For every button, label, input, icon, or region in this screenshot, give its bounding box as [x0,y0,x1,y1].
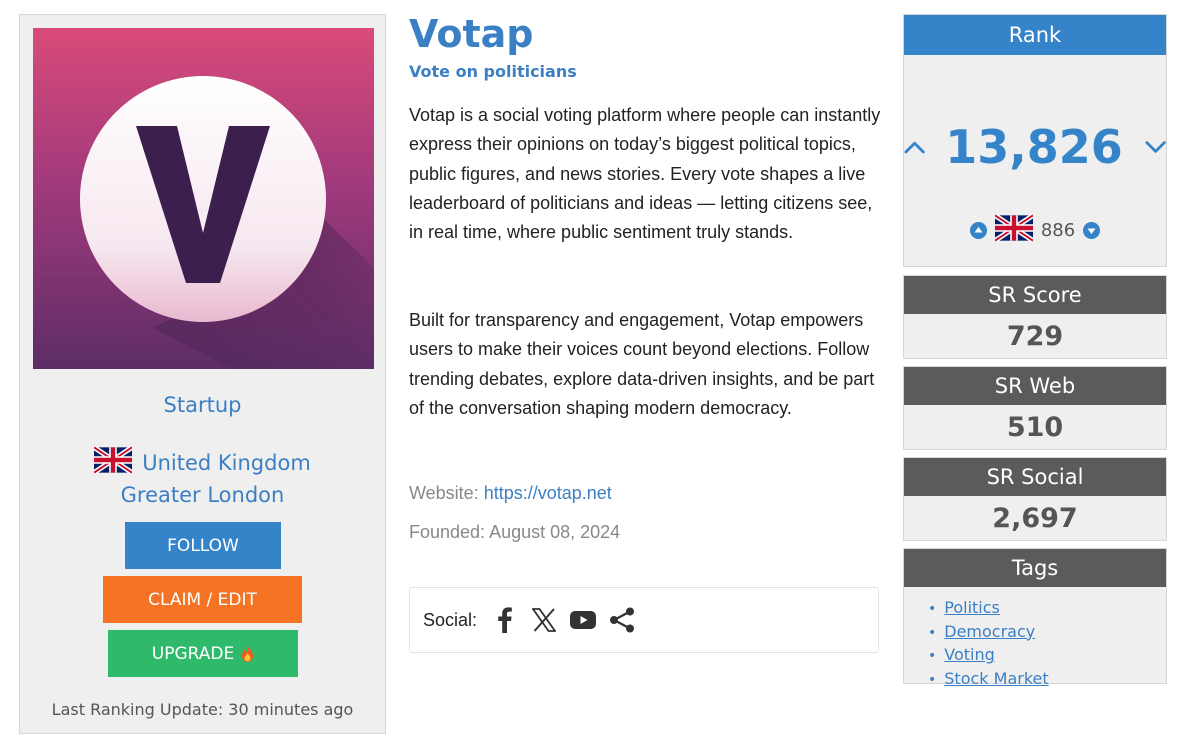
tags-box: Tags Politics Democracy Voting Stock Mar… [903,548,1167,688]
startup-title: Votap [409,12,534,56]
sr-score-header: SR Score [904,276,1166,314]
founded-date: Founded: August 08, 2024 [409,522,621,542]
country-rank: 886 [904,213,1166,247]
rank-down-chevron-icon[interactable] [1145,136,1166,158]
tag-link-politics[interactable]: Politics [944,598,1000,617]
last-ranking-update: Last Ranking Update: 30 minutes ago [51,700,354,719]
sr-web-value: 510 [1006,411,1064,443]
startup-logo [33,28,374,369]
sr-social-value: 2,697 [992,502,1078,534]
sr-social-box: SR Social 2,697 [903,457,1167,541]
tags-list: Politics Democracy Voting Stock Market [904,587,1166,692]
social-label: Social: [423,609,478,630]
startup-tagline: Vote on politicians [409,62,577,81]
sr-web-header: SR Web [904,367,1166,405]
country-row[interactable]: United Kingdom [20,445,385,479]
sr-social-header: SR Social [904,458,1166,496]
uk-flag-icon [92,445,134,479]
tag-link-voting[interactable]: Voting [944,645,995,664]
tag-item: Politics [928,597,1166,621]
description-paragraph-1: Votap is a social voting platform where … [409,105,881,243]
rank-value: 13,826 [945,120,1123,174]
tag-item: Democracy [928,621,1166,645]
sr-score-box: SR Score 729 [903,275,1167,359]
social-links-box: Social: [409,587,879,653]
fire-icon [241,645,254,662]
country-link[interactable]: United Kingdom [142,451,311,475]
x-twitter-icon[interactable] [530,606,558,634]
sr-score-value: 729 [1006,320,1064,352]
country-rank-value: 886 [1040,220,1076,241]
claim-edit-button[interactable]: CLAIM / EDIT [103,576,302,623]
region-link[interactable]: Greater London [20,483,385,507]
facebook-icon[interactable] [491,606,519,634]
rank-up-chevron-icon[interactable] [904,136,925,158]
tag-link-stock-market[interactable]: Stock Market [944,669,1048,688]
tags-header: Tags [904,549,1166,587]
sr-web-box: SR Web 510 [903,366,1167,450]
share-icon[interactable] [608,606,636,634]
tag-item: Stock Market [928,668,1166,692]
follow-button-label: FOLLOW [167,535,239,556]
rank-box: Rank 13,826 886 [903,14,1167,267]
upgrade-button[interactable]: UPGRADE [108,630,298,677]
claim-edit-button-label: CLAIM / EDIT [148,589,257,610]
follow-button[interactable]: FOLLOW [125,522,281,569]
country-rank-down-icon[interactable] [1083,222,1101,239]
country-rank-up-icon[interactable] [969,222,987,239]
category-link[interactable]: Startup [20,393,385,417]
website-row: Website: https://votap.net [409,483,612,504]
tag-link-democracy[interactable]: Democracy [944,622,1035,641]
uk-flag-icon [993,213,1035,247]
website-link[interactable]: https://votap.net [484,483,612,503]
upgrade-button-label: UPGRADE [151,643,235,664]
website-label: Website: [409,483,479,503]
rank-header: Rank [904,15,1166,55]
tag-item: Voting [928,644,1166,668]
startup-profile-card: Startup United Kingdom Greater London FO… [19,14,386,734]
description-paragraph-2: Built for transparency and engagement, V… [409,310,875,418]
youtube-icon[interactable] [569,606,597,634]
global-rank: 13,826 [904,120,1166,174]
